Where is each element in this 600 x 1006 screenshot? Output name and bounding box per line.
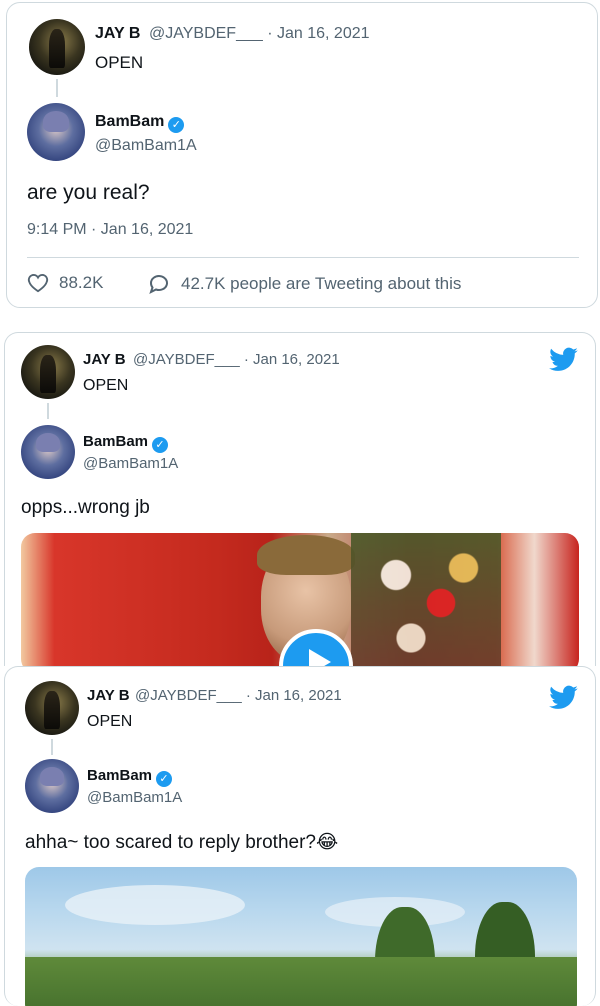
like-button[interactable]: 88.2K: [27, 273, 103, 293]
flowers-shape: [351, 533, 501, 666]
parent-date[interactable]: · Jan 16, 2021: [244, 351, 340, 368]
gif-thumbnail[interactable]: [25, 867, 577, 1006]
video-thumbnail[interactable]: [21, 533, 579, 666]
hair-shape: [257, 535, 355, 575]
parent-tweet-text: OPEN: [83, 377, 129, 394]
bambam-avatar[interactable]: [21, 425, 75, 479]
parent-handle-date: @JAYBDEF___ · Jan 16, 2021: [149, 25, 370, 43]
cloud-shape: [65, 885, 245, 925]
bambam-avatar[interactable]: [25, 759, 79, 813]
parent-handle[interactable]: @JAYBDEF___: [149, 25, 263, 42]
parent-date[interactable]: · Jan 16, 2021: [267, 25, 369, 42]
divider: [27, 257, 579, 258]
reply-tweet-text: opps...wrong jb: [21, 497, 150, 518]
parent-handle[interactable]: @JAYBDEF___: [133, 351, 240, 368]
verified-badge-icon: ✓: [168, 117, 185, 133]
twitter-bird-icon[interactable]: [549, 685, 579, 711]
thread-line: [51, 739, 53, 755]
tweet-timestamp[interactable]: 9:14 PM · Jan 16, 2021: [27, 221, 193, 239]
parent-handle-date: @JAYBDEF___ · Jan 16, 2021: [133, 351, 340, 368]
tweet-card-2[interactable]: JAY B @JAYBDEF___ · Jan 16, 2021 OPEN Ba…: [4, 332, 596, 666]
parent-tweet-text: OPEN: [87, 713, 133, 730]
parent-handle-date: @JAYBDEF___ · Jan 16, 2021: [135, 687, 342, 704]
reply-author-name[interactable]: BamBam: [83, 433, 148, 450]
reply-author-name[interactable]: BamBam: [87, 767, 152, 784]
parent-author-name[interactable]: JAY B: [95, 25, 140, 43]
like-count: 88.2K: [59, 273, 104, 292]
reply-handle[interactable]: @BamBam1A: [95, 137, 197, 155]
tweeting-about-text: 42.7K people are Tweeting about this: [181, 274, 462, 293]
comment-icon: [149, 275, 168, 294]
verified-badge-icon: ✓: [156, 771, 173, 787]
thread-line: [56, 79, 58, 97]
bambam-avatar[interactable]: [27, 103, 85, 161]
heart-icon: [27, 274, 49, 293]
reply-author-row: BamBam ✓: [95, 113, 185, 133]
reply-author-row: BamBam ✓: [83, 433, 169, 453]
parent-date[interactable]: · Jan 16, 2021: [246, 687, 342, 704]
play-icon: [309, 649, 331, 666]
parent-tweet-text: OPEN: [95, 53, 144, 72]
jayb-avatar[interactable]: [29, 19, 85, 75]
reply-handle[interactable]: @BamBam1A: [87, 789, 182, 806]
thread-line: [47, 403, 49, 419]
reply-tweet-text: ahha~ too scared to reply brother?😂: [25, 832, 339, 853]
jayb-avatar[interactable]: [21, 345, 75, 399]
reply-handle[interactable]: @BamBam1A: [83, 455, 178, 472]
tweet-card-3[interactable]: JAY B @JAYBDEF___ · Jan 16, 2021 OPEN Ba…: [4, 666, 596, 1006]
parent-author-name[interactable]: JAY B: [87, 687, 130, 704]
parent-author-name[interactable]: JAY B: [83, 351, 126, 368]
bush-shape: [25, 957, 577, 1006]
twitter-bird-icon[interactable]: [549, 347, 579, 373]
reply-author-row: BamBam ✓: [87, 767, 173, 787]
tweet-card-1[interactable]: JAY B @JAYBDEF___ · Jan 16, 2021 OPEN Ba…: [6, 2, 598, 308]
reply-tweet-text: are you real?: [27, 181, 150, 204]
tweeting-about-link[interactable]: 42.7K people are Tweeting about this: [147, 273, 461, 295]
reply-author-name[interactable]: BamBam: [95, 113, 164, 130]
parent-handle[interactable]: @JAYBDEF___: [135, 687, 242, 704]
verified-badge-icon: ✓: [152, 437, 169, 453]
jayb-avatar[interactable]: [25, 681, 79, 735]
